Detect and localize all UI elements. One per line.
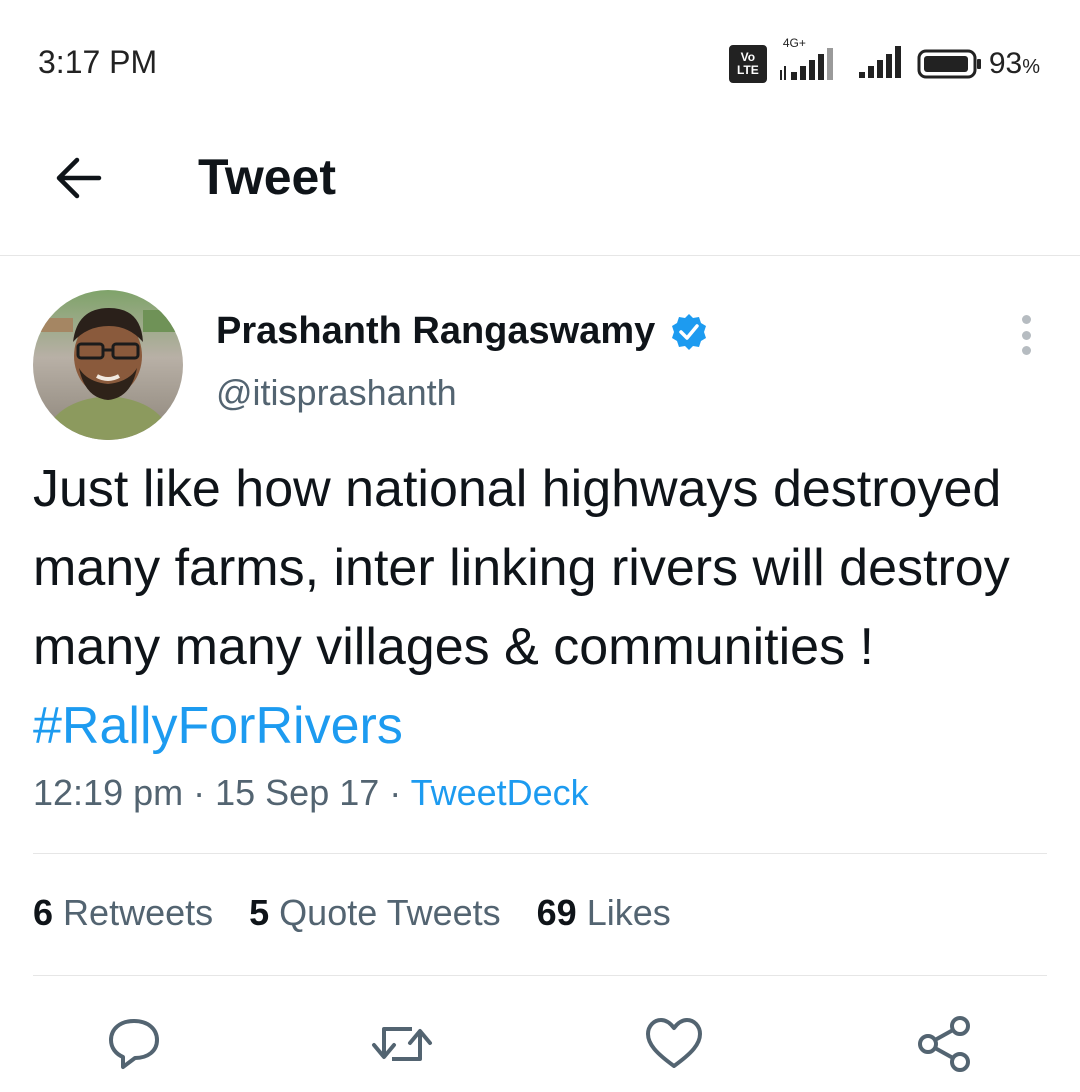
status-bar: 3:17 PM Vo LTE 4G+ 93% — [0, 0, 1080, 120]
quotes-label: Quote Tweets — [279, 892, 501, 933]
status-icons: Vo LTE 4G+ 93% — [728, 36, 1040, 88]
verified-badge-icon — [672, 313, 707, 350]
tweet-time[interactable]: 12:19 pm — [33, 772, 183, 813]
battery-indicator: 93% — [917, 47, 1040, 81]
reply-button[interactable] — [102, 1012, 166, 1076]
top-app-bar: Tweet — [0, 120, 1080, 256]
back-button[interactable] — [48, 148, 108, 208]
more-vertical-icon-dot — [1021, 330, 1031, 340]
volte-icon: Vo LTE — [728, 45, 767, 83]
tweet-detail-screen: 3:17 PM Vo LTE 4G+ 93% Tweet Prashanth R… — [0, 0, 1080, 1092]
retweets-label: Retweets — [63, 892, 214, 933]
likes-count: 69 — [536, 892, 577, 933]
tweet-stats: 6 Retweets 5 Quote Tweets 69 Likes — [33, 892, 671, 934]
page-title: Tweet — [198, 149, 336, 205]
status-time: 3:17 PM — [38, 44, 158, 80]
author-name[interactable]: Prashanth Rangaswamy — [216, 310, 655, 353]
more-vertical-icon-dot — [1021, 315, 1031, 324]
network-type-label: 4G+ — [782, 36, 806, 50]
retweet-button[interactable] — [370, 1012, 434, 1076]
author-name-row[interactable]: Prashanth Rangaswamy — [216, 310, 709, 353]
arrow-left-icon — [56, 157, 102, 199]
signal-2-icon — [857, 42, 907, 87]
author-handle[interactable]: @itisprashanth — [216, 372, 457, 414]
divider — [33, 975, 1047, 976]
likes-label: Likes — [586, 892, 671, 933]
divider — [33, 853, 1047, 854]
meta-separator: · — [183, 772, 216, 813]
tweet-source-link[interactable]: TweetDeck — [411, 772, 589, 813]
retweet-icon — [372, 1027, 432, 1061]
hashtag-link[interactable]: #RallyForRivers — [33, 697, 403, 755]
quote-tweets-stat[interactable]: 5 Quote Tweets — [249, 892, 501, 934]
share-button[interactable] — [912, 1012, 976, 1076]
tweet-body: Just like how national highways destroye… — [33, 460, 1010, 676]
reply-icon — [109, 1019, 159, 1069]
battery-percent: 93% — [988, 47, 1040, 80]
like-icon — [646, 1018, 702, 1068]
battery-icon — [917, 49, 981, 79]
quotes-count: 5 — [249, 892, 270, 933]
tweet-meta: 12:19 pm · 15 Sep 17 · TweetDeck — [33, 772, 589, 814]
more-vertical-icon-dot — [1021, 346, 1031, 355]
more-options-button[interactable] — [1008, 312, 1044, 358]
retweets-stat[interactable]: 6 Retweets — [33, 892, 213, 934]
share-icon — [918, 1016, 970, 1072]
avatar-image — [33, 290, 183, 440]
retweets-count: 6 — [33, 892, 54, 933]
volte-label-bottom: LTE — [736, 63, 759, 77]
like-button[interactable] — [642, 1012, 706, 1076]
tweet-date[interactable]: 15 Sep 17 — [215, 772, 379, 813]
tweet-text: Just like how national highways destroye… — [33, 450, 1053, 766]
likes-stat[interactable]: 69 Likes — [537, 892, 671, 934]
meta-separator: · — [379, 772, 411, 813]
signal-1-icon: 4G+ — [777, 36, 847, 84]
avatar[interactable] — [33, 290, 183, 440]
tweet-action-bar — [0, 1012, 1080, 1082]
